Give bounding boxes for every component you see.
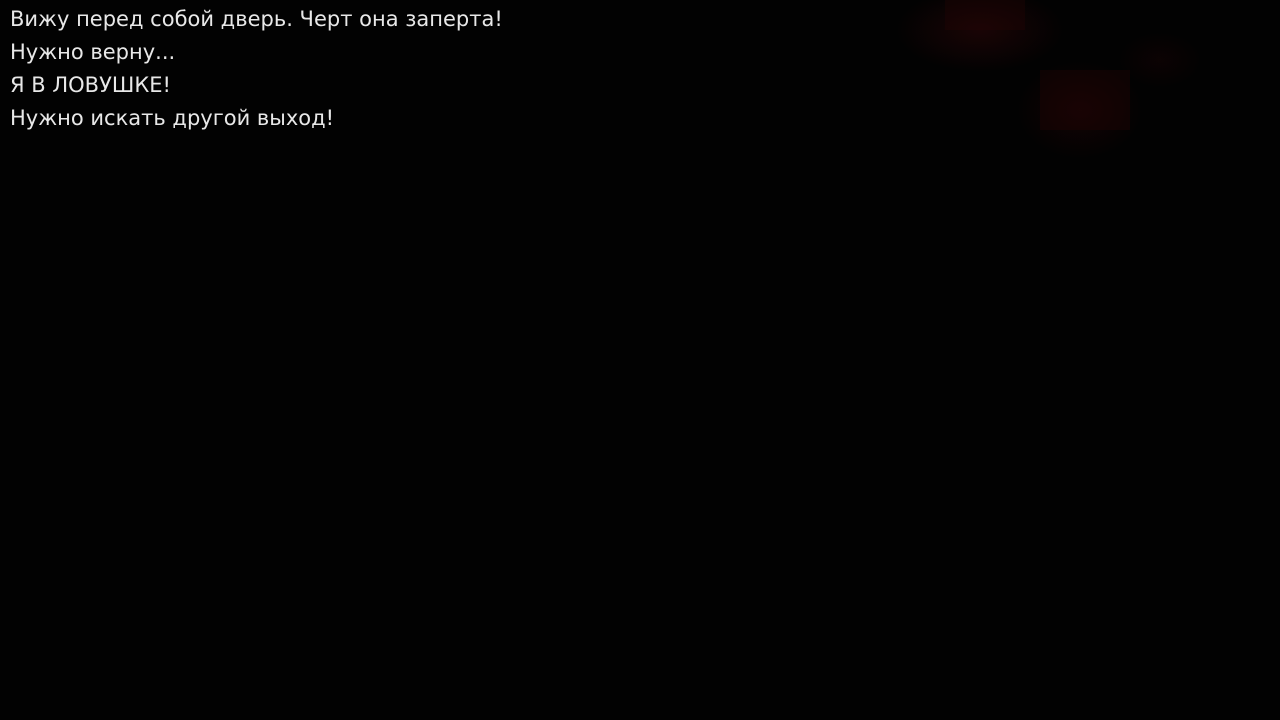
dark-background-glow <box>880 0 1280 260</box>
dialogue-line: Нужно искать другой выход! <box>10 106 335 130</box>
game-scene: Вижу перед собой дверь. Черт она заперта… <box>0 0 1280 720</box>
dialogue-line: Я В ЛОВУШКЕ! <box>10 73 171 97</box>
dialogue-line: Нужно верну... <box>10 40 176 64</box>
dialogue-text-log: Вижу перед собой дверь. Черт она заперта… <box>10 3 503 135</box>
background-shadow-patch <box>1040 70 1130 130</box>
background-shadow-patch <box>945 0 1025 30</box>
dialogue-line: Вижу перед собой дверь. Черт она заперта… <box>10 7 503 31</box>
